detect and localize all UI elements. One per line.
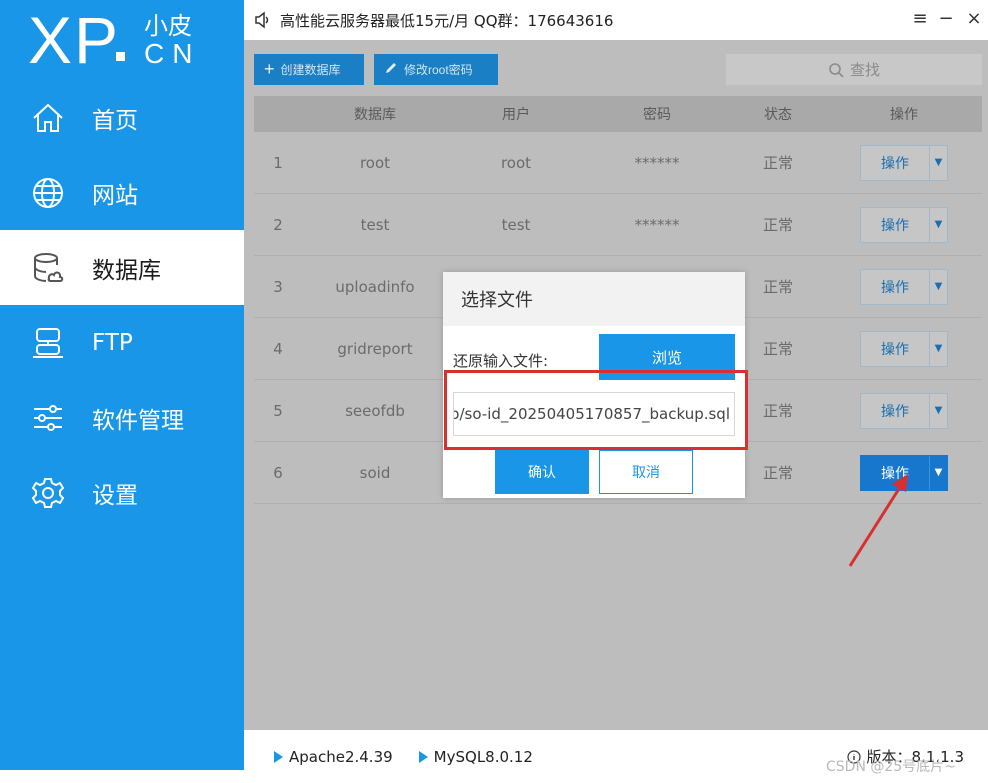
caret-down-icon[interactable]: ▼: [929, 455, 947, 490]
change-root-password-button[interactable]: 修改root密码: [374, 54, 498, 85]
row-status: 正常: [762, 216, 793, 234]
app-logo: XP 小皮 CN: [28, 4, 228, 76]
caret-down-icon[interactable]: ▼: [929, 331, 947, 366]
sidebar-item-software[interactable]: 软件管理: [0, 380, 244, 455]
topbar: 高性能云服务器最低15元/月 QQ群：176643616 ≡ − ×: [244, 0, 988, 40]
sidebar-item-label: 软件管理: [92, 407, 184, 434]
apache-service[interactable]: Apache2.4.39: [274, 748, 393, 766]
sidebar-item-label: 设置: [92, 482, 138, 509]
play-icon: [418, 750, 428, 763]
logo-xp: XP: [28, 3, 121, 77]
search-box[interactable]: 查找: [726, 54, 982, 85]
header-user: 用户: [502, 107, 530, 123]
logo-cn: CN: [144, 38, 201, 69]
table-row: 1 root root ****** 正常 操作 ▼: [254, 132, 982, 194]
row-id: 5: [273, 401, 283, 420]
row-user: root: [500, 153, 532, 172]
row-id: 4: [273, 339, 283, 358]
row-id: 1: [273, 153, 283, 172]
csdn-watermark: CSDN @25号底片~: [826, 759, 956, 775]
create-database-button[interactable]: + 创建数据库: [254, 54, 364, 85]
row-action-dropdown[interactable]: 操作 ▼: [860, 206, 948, 243]
sidebar-item-home[interactable]: 首页: [0, 80, 244, 155]
ad-banner-text[interactable]: 高性能云服务器最低15元/月 QQ群：176643616: [280, 10, 613, 31]
row-password: ******: [634, 215, 680, 234]
row-user: test: [501, 215, 531, 234]
sidebar-item-label: 网站: [92, 182, 138, 209]
close-icon[interactable]: ×: [962, 6, 986, 30]
sidebar-item-label: 数据库: [92, 257, 161, 284]
row-action-dropdown[interactable]: 操作 ▼: [860, 268, 948, 305]
sidebar: XP 小皮 CN 首页 网站 数据库 FTP 软件管理 设置: [0, 0, 244, 783]
action-button[interactable]: 操作: [861, 208, 929, 242]
search-icon: [829, 62, 844, 78]
sidebar-item-label: 首页: [92, 107, 138, 134]
speaker-icon: [255, 11, 269, 29]
mysql-service[interactable]: MySQL8.0.12: [418, 747, 533, 766]
annotation-arrow: [848, 474, 908, 567]
ftp-server-icon: [30, 325, 66, 361]
sliders-icon: [30, 400, 66, 436]
gear-icon: [30, 475, 66, 511]
header-status: 状态: [764, 107, 792, 123]
search-label: 查找: [849, 61, 880, 79]
caret-down-icon[interactable]: ▼: [929, 393, 947, 428]
row-status: 正常: [762, 154, 793, 172]
row-database: root: [359, 153, 391, 172]
row-database: test: [360, 215, 390, 234]
caret-down-icon[interactable]: ▼: [929, 145, 947, 180]
menu-icon[interactable]: ≡: [908, 6, 932, 30]
sidebar-item-website[interactable]: 网站: [0, 155, 244, 230]
confirm-button[interactable]: 确认: [495, 450, 589, 494]
row-database: soid: [359, 463, 391, 482]
header-action: 操作: [890, 107, 918, 123]
sidebar-item-ftp[interactable]: FTP: [0, 305, 244, 380]
row-action-dropdown[interactable]: 操作 ▼: [860, 144, 948, 181]
row-id: 2: [273, 215, 283, 234]
cancel-button[interactable]: 取消: [599, 450, 693, 494]
row-password: ******: [634, 153, 680, 172]
change-root-password-label: 修改root密码: [404, 63, 473, 77]
table-row: 2 test test ****** 正常 操作 ▼: [254, 194, 982, 256]
table-header: 数据库 用户 密码 状态 操作: [254, 96, 982, 132]
row-database: uploadinfo: [335, 277, 415, 296]
sidebar-bottom-strip: [0, 770, 244, 783]
row-id: 3: [273, 277, 283, 296]
row-database: gridreport: [337, 339, 413, 358]
row-id: 6: [273, 463, 283, 482]
action-button[interactable]: 操作: [861, 332, 929, 366]
sidebar-item-settings[interactable]: 设置: [0, 455, 244, 530]
action-button[interactable]: 操作: [861, 146, 929, 180]
sidebar-item-database[interactable]: 数据库: [0, 230, 244, 305]
annotation-highlight-box: [444, 370, 748, 450]
pencil-icon: [384, 61, 398, 78]
apache-label: Apache2.4.39: [289, 747, 393, 766]
row-action-dropdown[interactable]: 操作 ▼: [860, 392, 948, 429]
restore-file-label: 还原输入文件:: [453, 352, 549, 370]
dialog-title: 选择文件: [443, 272, 745, 326]
sidebar-nav: 首页 网站 数据库 FTP 软件管理 设置: [0, 80, 244, 530]
home-icon: [30, 100, 66, 136]
caret-down-icon[interactable]: ▼: [929, 269, 947, 304]
row-database: seeofdb: [345, 401, 405, 420]
action-button[interactable]: 操作: [861, 270, 929, 304]
play-icon: [274, 750, 283, 763]
logo-dot: [116, 52, 125, 61]
header-database: 数据库: [354, 107, 396, 123]
sidebar-item-label: FTP: [92, 329, 133, 356]
action-button[interactable]: 操作: [861, 394, 929, 428]
globe-icon: [30, 175, 66, 211]
row-action-dropdown[interactable]: 操作 ▼: [860, 330, 948, 367]
mysql-label: MySQL8.0.12: [433, 747, 533, 766]
minimize-icon[interactable]: −: [934, 6, 958, 30]
database-icon: [30, 250, 66, 286]
toolbar: + 创建数据库 修改root密码: [254, 54, 498, 86]
logo-xiaopi: 小皮: [144, 12, 192, 40]
plus-icon: +: [264, 59, 275, 79]
create-database-label: 创建数据库: [280, 63, 341, 77]
header-password: 密码: [643, 107, 671, 123]
caret-down-icon[interactable]: ▼: [929, 207, 947, 242]
